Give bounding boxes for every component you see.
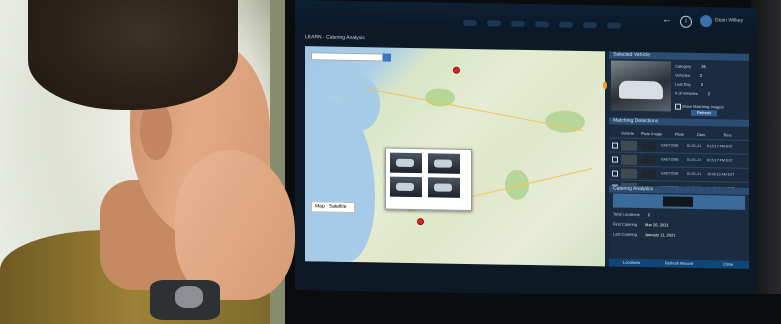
- column-header: Vehicle: [621, 130, 634, 136]
- map-view[interactable]: Map Satellite: [305, 46, 607, 267]
- row-vehicle-thumbnail: [621, 140, 637, 151]
- column-header: Plate Image: [641, 131, 663, 137]
- nav-icon[interactable]: [559, 21, 573, 28]
- monitor: ← i Dean Wilkey LEARN - Catering Analysi…: [285, 0, 781, 324]
- row-time: 9:15:17 PM EST: [707, 144, 733, 149]
- row-date: 01-01-21: [687, 157, 702, 163]
- column-header: Plate: [675, 131, 685, 137]
- nav-icon[interactable]: [535, 21, 549, 28]
- column-header: Time: [723, 132, 732, 138]
- nav-icon[interactable]: [463, 19, 477, 27]
- row-plate-thumbnail: [642, 156, 656, 165]
- close-button[interactable]: Close: [723, 261, 733, 266]
- photo-scene: ← i Dean Wilkey LEARN - Catering Analysi…: [0, 0, 781, 324]
- map-marker[interactable]: [453, 66, 460, 74]
- field-vehicles: Vehicles 2: [675, 72, 703, 79]
- show-matching-label: Show Matching Images: [682, 103, 724, 110]
- row-vehicle-thumbnail: [621, 168, 637, 179]
- refresh-button[interactable]: Refresh: [691, 109, 717, 117]
- row-plate-thumbnail: [642, 170, 656, 179]
- field-last-catering: Last Catering January 11, 2021: [613, 231, 676, 238]
- app-title: LEARN - Catering Analysis: [305, 34, 365, 42]
- map-popup[interactable]: [385, 147, 472, 212]
- row-plate: GADT2085: [661, 143, 679, 148]
- plate-image: [663, 196, 693, 207]
- vehicle-thumbnail[interactable]: [390, 176, 422, 198]
- map-type-map[interactable]: Map: [315, 203, 325, 209]
- back-arrow-icon[interactable]: ←: [662, 14, 672, 25]
- app-body: Map Satellite Selected Vehicle Category 25…: [305, 46, 749, 269]
- right-panel: Selected Vehicle Category 25 Vehicles 2 La…: [609, 51, 749, 269]
- show-matching-checkbox[interactable]: [675, 103, 681, 110]
- detections-table: Matching Detections Vehicle Plate Image …: [609, 117, 749, 197]
- person-hand: [175, 150, 295, 300]
- field-category: Category 25: [675, 63, 706, 70]
- map-type-satellite[interactable]: Satellite: [329, 204, 347, 210]
- row-vehicle-thumbnail: [621, 154, 637, 165]
- plate-thumbnail[interactable]: [428, 177, 460, 198]
- map-marker[interactable]: [417, 218, 424, 226]
- row-date: 01-01-21: [687, 171, 702, 177]
- row-time: 9:15:17 PM EST: [707, 158, 733, 163]
- locations-button[interactable]: Locations: [623, 260, 640, 265]
- detections-header: Matching Detections: [609, 117, 749, 127]
- row-plate: GADT2085: [661, 157, 679, 162]
- field-num-vehicles: # of Vehicles 2: [675, 90, 710, 97]
- footer-button-bar: Locations Refresh Record Close: [609, 258, 749, 269]
- nav-icon[interactable]: [511, 20, 525, 27]
- field-first-catering: First Catering Mar 26, 2021: [613, 221, 669, 228]
- avatar[interactable]: [700, 15, 712, 28]
- wristwatch: [150, 280, 220, 320]
- plate-thumbnail[interactable]: [428, 153, 460, 174]
- nav-icon[interactable]: [607, 22, 621, 29]
- refresh-record-button[interactable]: Refresh Record: [665, 260, 693, 265]
- user-name[interactable]: Dean Wilkey: [715, 17, 743, 23]
- field-last-day: Last Day 2: [675, 81, 704, 88]
- map-road: [366, 88, 584, 132]
- row-plate: GADT2085: [661, 171, 679, 176]
- selected-vehicle-header: Selected Vehicle: [609, 51, 749, 61]
- row-plate-thumbnail: [642, 142, 656, 151]
- column-header: Date: [697, 131, 706, 138]
- map-type-toggle[interactable]: Map Satellite: [311, 201, 355, 214]
- vehicle-image: [611, 60, 671, 112]
- person-hair: [28, 0, 238, 110]
- field-total-locations: Total Locations 2: [613, 211, 650, 218]
- row-checkbox[interactable]: [612, 170, 618, 177]
- row-date: 01-01-21: [687, 143, 702, 149]
- row-time: 10:45:13 AM EST: [707, 172, 735, 177]
- map-pin-icon[interactable]: [603, 81, 607, 90]
- map-search-input[interactable]: [311, 52, 383, 62]
- row-checkbox[interactable]: [612, 142, 618, 149]
- monitor-screen: ← i Dean Wilkey LEARN - Catering Analysi…: [295, 0, 757, 299]
- monitor-base: [285, 294, 781, 324]
- nav-icon[interactable]: [583, 21, 597, 29]
- info-icon[interactable]: i: [680, 15, 692, 28]
- vehicle-thumbnail[interactable]: [390, 152, 422, 174]
- nav-icons: [463, 13, 663, 29]
- nav-icon[interactable]: [487, 20, 501, 27]
- map-bay: [340, 74, 380, 131]
- app-top-bar: ← i Dean Wilkey: [295, 0, 757, 37]
- analytics-plate-bar: [613, 193, 745, 210]
- map-search-button[interactable]: [383, 53, 391, 62]
- row-checkbox[interactable]: [612, 156, 618, 163]
